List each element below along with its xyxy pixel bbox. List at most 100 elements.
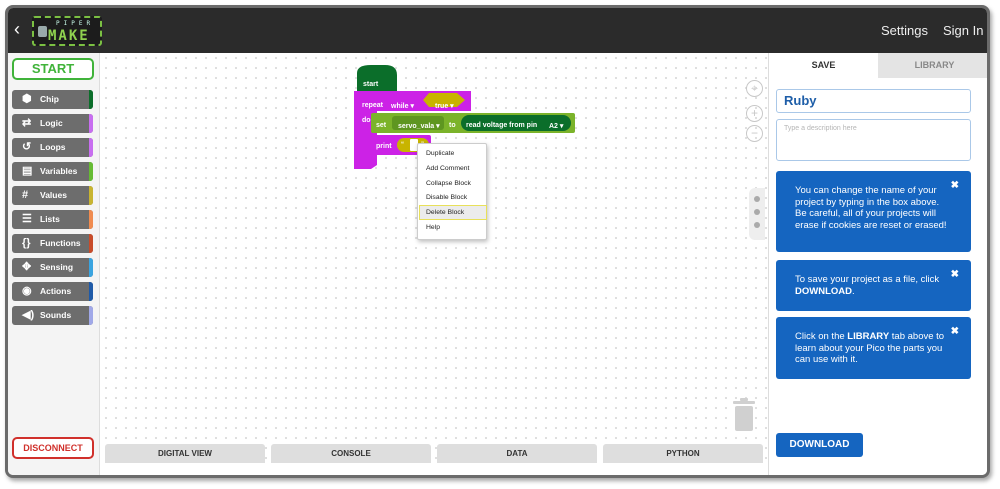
handle-dot (754, 209, 760, 215)
tab-console[interactable]: CONSOLE (271, 444, 431, 463)
category-color-stripe (89, 162, 93, 181)
variable-label: servo_vala (398, 123, 435, 130)
category-label: Chip (40, 94, 59, 104)
variable-dropdown[interactable]: servo_vala ▾ (398, 122, 440, 130)
category-color-stripe (89, 306, 93, 325)
tab-python[interactable]: PYTHON (603, 444, 763, 463)
true-dropdown[interactable]: true ▾ (435, 102, 454, 110)
category-color-stripe (89, 138, 93, 157)
category-values[interactable]: # Values (12, 186, 93, 205)
list-icon: ☰ (22, 213, 32, 225)
bottom-tab-bar: DIGITAL VIEW CONSOLE DATA PYTHON (101, 441, 768, 463)
recenter-icon[interactable]: ⌖ (746, 80, 763, 97)
trash-icon[interactable] (732, 398, 756, 431)
zoom-in-icon[interactable]: + (746, 105, 763, 122)
context-menu-item-collapse-block[interactable]: Collapse Block (420, 177, 486, 190)
close-icon[interactable]: ✖ (951, 180, 959, 192)
category-color-stripe (89, 258, 93, 277)
settings-link[interactable]: Settings (881, 23, 928, 38)
category-loops[interactable]: ↺ Loops (12, 138, 93, 157)
context-menu-item-disable-block[interactable]: Disable Block (420, 191, 486, 204)
chip-icon (38, 26, 47, 37)
set-label: set (376, 122, 387, 129)
block-workspace[interactable]: start repeat while ▾ true ▾ do set servo… (101, 53, 768, 463)
app-window: ‹ PIPER MAKE Settings Sign In START ⬢ Chi… (5, 5, 990, 478)
category-color-stripe (89, 114, 93, 133)
trash-icon-graphic (733, 398, 755, 431)
category-variables[interactable]: ▤ Variables (12, 162, 93, 181)
blocks-canvas (354, 65, 575, 169)
target-icon: ◉ (22, 285, 32, 297)
tab-save[interactable]: SAVE (769, 53, 878, 78)
panel-drawer-handle[interactable] (749, 188, 765, 240)
tip-card-rename: ✖ You can change the name of your projec… (776, 171, 971, 252)
tip-text: You can change the name of your project … (795, 185, 947, 231)
tab-data[interactable]: DATA (437, 444, 597, 463)
pin-label: A2 (549, 123, 558, 130)
repeat-label: repeat (362, 102, 384, 109)
close-icon[interactable]: ✖ (951, 269, 959, 281)
true-label: true (435, 103, 449, 110)
sign-in-link[interactable]: Sign In (943, 23, 983, 38)
category-label: Variables (40, 166, 78, 176)
tip-text: To save your project as a file, click (795, 274, 940, 285)
tab-digital-view[interactable]: DIGITAL VIEW (105, 444, 265, 463)
context-menu-item-duplicate[interactable]: Duplicate (420, 147, 486, 160)
disconnect-button[interactable]: DISCONNECT (12, 437, 94, 459)
logo-top-text: PIPER (56, 20, 95, 27)
category-label: Logic (40, 118, 63, 128)
tip-text: Click on the (795, 331, 848, 342)
list-box-icon: ▤ (22, 165, 33, 177)
tip-card-download: ✖ To save your project as a file, click … (776, 260, 971, 311)
context-menu-item-add-comment[interactable]: Add Comment (420, 162, 486, 175)
logo-main-text: MAKE (48, 28, 90, 44)
hash-icon: # (22, 189, 29, 201)
category-label: Functions (40, 238, 81, 248)
category-actions[interactable]: ◉ Actions (12, 282, 93, 301)
category-logic[interactable]: ⇄ Logic (12, 114, 93, 133)
handle-dot (754, 196, 760, 202)
top-bar: ‹ PIPER MAKE Settings Sign In (8, 8, 987, 53)
category-label: Loops (40, 142, 66, 152)
category-lists[interactable]: ☰ Lists (12, 210, 93, 229)
category-color-stripe (89, 282, 93, 301)
category-chip[interactable]: ⬢ Chip (12, 90, 93, 109)
category-functions[interactable]: {} Functions (12, 234, 93, 253)
context-menu-item-help[interactable]: Help (420, 221, 486, 234)
category-sensing[interactable]: ✥ Sensing (12, 258, 93, 277)
loop-icon: ↺ (22, 141, 32, 153)
category-color-stripe (89, 234, 93, 253)
braces-icon: {} (22, 237, 31, 249)
while-label: while (391, 103, 409, 110)
quote-open: “ (401, 142, 404, 148)
hexagon-icon: ⬢ (22, 93, 32, 105)
tip-text: . (852, 285, 855, 297)
context-menu-item-delete-block[interactable]: Delete Block (419, 205, 487, 221)
block-category-sidebar: START ⬢ Chip ⇄ Logic ↺ Loops ▤ Variables # Values… (8, 53, 100, 475)
zoom-out-icon[interactable]: − (746, 125, 763, 142)
handle-dot (754, 222, 760, 228)
close-icon[interactable]: ✖ (951, 326, 959, 338)
tab-library[interactable]: LIBRARY (878, 53, 987, 78)
download-button[interactable]: DOWNLOAD (776, 433, 863, 457)
while-dropdown[interactable]: while ▾ (391, 102, 414, 110)
tip-bold-text: DOWNLOAD (795, 285, 852, 297)
chevron-left-icon[interactable]: ‹ (14, 20, 20, 38)
tip-bold-text: LIBRARY (847, 331, 890, 342)
category-label: Actions (40, 286, 72, 296)
category-sounds[interactable]: ◀) Sounds (12, 306, 93, 325)
start-block-label: start (363, 81, 379, 88)
category-label: Values (40, 190, 67, 200)
category-label: Sensing (40, 262, 74, 272)
tip-card-library: ✖ Click on the LIBRARY tab above to lear… (776, 317, 971, 379)
project-description-input[interactable]: Type a description here (776, 119, 971, 161)
category-label: Lists (40, 214, 60, 224)
project-name-input[interactable]: Ruby (776, 89, 971, 113)
shuffle-icon: ⇄ (22, 117, 32, 129)
start-button[interactable]: START (12, 58, 94, 80)
category-label: Sounds (40, 310, 72, 320)
do-label: do (362, 117, 371, 124)
speaker-icon: ◀) (22, 309, 35, 321)
pin-dropdown[interactable]: A2 ▾ (549, 122, 563, 130)
piper-make-logo[interactable]: PIPER MAKE (32, 16, 102, 46)
